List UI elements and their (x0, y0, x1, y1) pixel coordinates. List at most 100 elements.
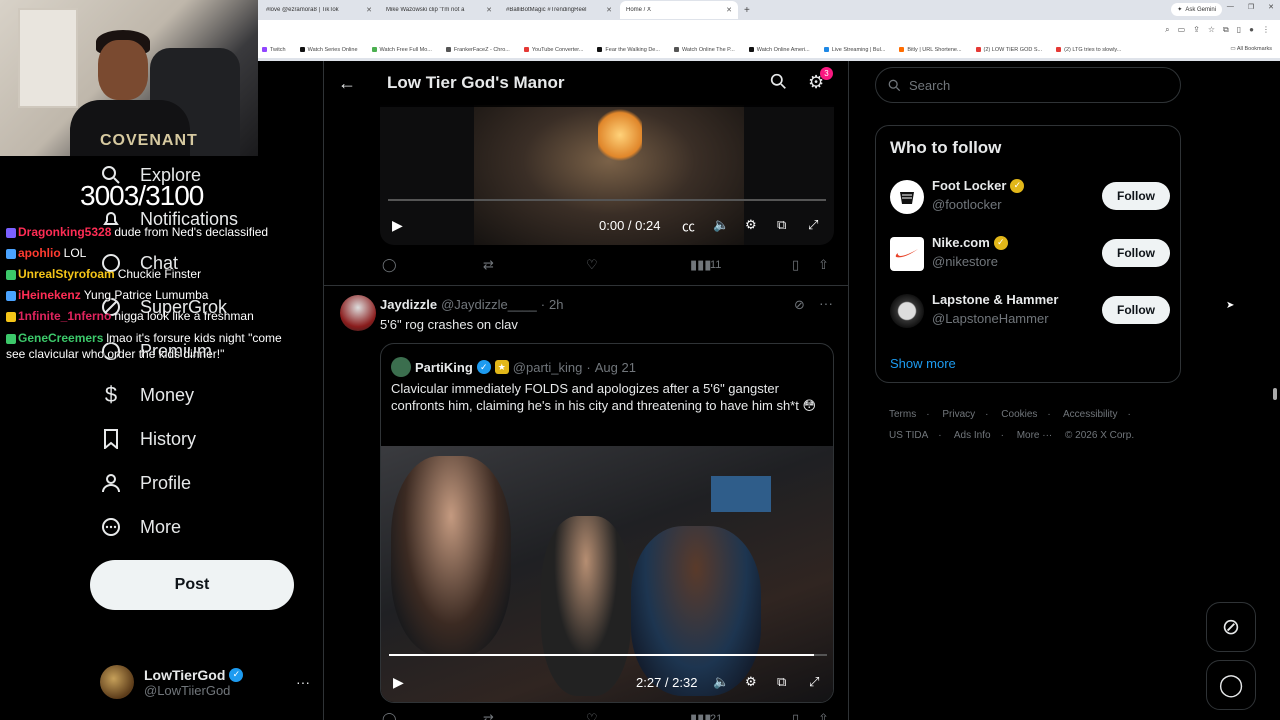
bookmark-item[interactable]: (2) LTG tries to slowly... (1056, 47, 1121, 53)
follow-button[interactable]: Follow (1102, 182, 1170, 210)
pip-icon[interactable]: ⧉ (777, 217, 786, 233)
video-progress-bar[interactable] (389, 654, 827, 656)
volume-icon[interactable]: 🔈 (713, 674, 729, 690)
share-icon[interactable]: ⇪ (1193, 25, 1200, 35)
zoom-icon[interactable]: ⌕ (1165, 25, 1169, 35)
minimize-icon[interactable]: — (1227, 3, 1234, 11)
bookmark-item[interactable]: Live Streaming | Bul... (823, 47, 885, 53)
post-author-name[interactable]: Jaydizzle (380, 297, 437, 312)
bookmark-item[interactable]: Watch Online The P... (673, 47, 735, 53)
grok-icon[interactable]: ⊘ (794, 297, 805, 313)
bookmark-item[interactable]: Watch Series Online (299, 47, 358, 53)
post-author-handle[interactable]: @Jaydizzle____ (441, 297, 537, 312)
account-switcher[interactable]: LowTierGod ✓ @LowTiierGod ··· (100, 662, 310, 702)
footer-link[interactable]: Cookies (1001, 409, 1037, 420)
close-icon[interactable]: ✕ (606, 6, 612, 14)
play-icon[interactable]: ▶ (393, 674, 404, 691)
person-icon (100, 472, 122, 494)
share-icon[interactable]: ⇧ (818, 711, 829, 720)
footer-link[interactable]: More ··· (1017, 430, 1053, 441)
repost-icon[interactable]: ⇄ (483, 257, 494, 273)
nav-money[interactable]: $ Money (100, 382, 194, 407)
bookmark-item[interactable]: Bitly | URL Shortene... (899, 47, 962, 53)
footer-link[interactable]: Privacy (942, 409, 975, 420)
footer-link[interactable]: Accessibility (1063, 409, 1117, 420)
views-icon[interactable]: ▮▮▮ (690, 257, 711, 273)
suggestion-name-text: Nike.com (932, 235, 990, 250)
bookmark-item[interactable]: (2) LOW TIER GOD S... (975, 47, 1042, 53)
like-icon[interactable]: ♡ (586, 711, 598, 720)
address-bar[interactable]: ⌕ ▭ ⇪ ☆ ⧉ ▯ ● ⋮ (258, 20, 1280, 42)
new-tab-icon[interactable]: + (744, 5, 750, 16)
footer-link[interactable]: Terms (889, 409, 916, 420)
ask-gemini-button[interactable]: ✦ Ask Gemini (1171, 3, 1222, 16)
video-progress-bar[interactable] (388, 199, 826, 201)
video-player[interactable]: ▶ 0:00 / 0:24 ㏄ 🔈 ⚙ ⧉ ⤢ (380, 105, 834, 245)
close-icon[interactable]: ✕ (726, 6, 732, 14)
post-button[interactable]: Post (90, 560, 294, 610)
bookmark-item[interactable]: Watch Free Full Mo... (371, 47, 432, 53)
avatar[interactable] (340, 295, 376, 331)
bookmark-item[interactable]: YouTube Converter... (523, 47, 583, 53)
menu-icon[interactable]: ⋮ (1262, 25, 1270, 35)
bookmark-item[interactable]: Twitch (262, 47, 286, 53)
fullscreen-icon[interactable]: ⤢ (809, 674, 819, 690)
video-player[interactable]: ▶ 2:27 / 2:32 🔈 ⚙ ⧉ ⤢ (381, 446, 833, 702)
follow-suggestion[interactable]: Foot Locker ✓ @footlocker Follow (890, 178, 1170, 218)
captions-icon[interactable]: ㏄ (682, 216, 695, 235)
close-icon[interactable]: ✕ (366, 6, 372, 14)
messages-fab-icon[interactable]: ◯ (1206, 660, 1256, 710)
share-icon[interactable]: ⇧ (818, 257, 829, 273)
search-input[interactable]: Search (875, 67, 1181, 103)
browser-tab[interactable]: Mike Wazowski clip "I'm not a ✕ (380, 1, 498, 19)
pip-icon[interactable]: ⧉ (777, 674, 786, 690)
browser-tab[interactable]: #BalliBotMagic #TrendingReel ✕ (500, 1, 618, 19)
nav-history[interactable]: History (100, 428, 196, 450)
bookmark-item[interactable]: Watch Online Ameri... (748, 47, 810, 53)
bookmark-icon[interactable]: ▯ (792, 257, 799, 273)
search-icon[interactable] (770, 73, 787, 95)
scrollbar[interactable] (1273, 388, 1277, 400)
extensions-icon[interactable]: ⧉ (1223, 25, 1229, 35)
volume-icon[interactable]: 🔈 (713, 217, 729, 233)
browser-tab-active[interactable]: Home / X ✕ (620, 1, 738, 19)
follow-button[interactable]: Follow (1102, 239, 1170, 267)
post-time[interactable]: 2h (549, 297, 563, 312)
more-icon[interactable]: ··· (819, 295, 833, 311)
bookmark-star-icon[interactable]: ☆ (1208, 25, 1215, 35)
back-arrow-icon[interactable]: ← (338, 73, 356, 94)
reply-icon[interactable]: ◯ (382, 711, 397, 720)
suggestion-name: Foot Locker ✓ (932, 178, 1025, 193)
bookmark-item[interactable]: FrankerFaceZ - Chro... (445, 47, 510, 53)
fullscreen-icon[interactable]: ⤢ (808, 217, 818, 233)
follow-suggestion[interactable]: Nike.com ✓ @nikestore Follow (890, 235, 1170, 275)
repost-icon[interactable]: ⇄ (483, 711, 494, 720)
play-icon[interactable]: ▶ (392, 217, 403, 234)
quoted-post[interactable]: PartiKing ✓ ★ @parti_king · Aug 21 Clavi… (380, 343, 834, 703)
close-icon[interactable]: ✕ (486, 6, 492, 14)
sidepanel-icon[interactable]: ▯ (1237, 25, 1241, 35)
like-icon[interactable]: ♡ (586, 257, 598, 273)
follow-suggestion[interactable]: Lapstone & Hammer @LapstoneHammer Follow (890, 292, 1170, 332)
grok-fab-icon[interactable]: ⊘ (1206, 602, 1256, 652)
nav-profile[interactable]: Profile (100, 472, 191, 494)
settings-icon[interactable]: ⚙ (745, 217, 757, 233)
cast-icon[interactable]: ▭ (1178, 25, 1186, 35)
bookmark-item[interactable]: Fear the Walking De... (597, 47, 660, 53)
all-bookmarks[interactable]: ▭ All Bookmarks (1230, 46, 1272, 52)
close-window-icon[interactable]: ✕ (1268, 3, 1274, 11)
footer-link[interactable]: Ads Info (954, 430, 991, 441)
browser-tab[interactable]: #love @ezramora8 | TikTok ✕ (260, 1, 378, 19)
profile-icon[interactable]: ● (1249, 25, 1254, 35)
maximize-icon[interactable]: ❐ (1248, 3, 1254, 11)
video-person (391, 456, 511, 656)
show-more-link[interactable]: Show more (890, 356, 956, 371)
nav-more[interactable]: More (100, 516, 181, 538)
footer-link[interactable]: US TIDA (889, 430, 928, 441)
follow-button[interactable]: Follow (1102, 296, 1170, 324)
reply-icon[interactable]: ◯ (382, 257, 397, 273)
views-icon[interactable]: ▮▮▮ (690, 711, 711, 720)
settings-icon[interactable]: ⚙ (745, 674, 757, 690)
more-icon[interactable]: ··· (296, 674, 310, 690)
bookmark-icon[interactable]: ▯ (792, 711, 799, 720)
